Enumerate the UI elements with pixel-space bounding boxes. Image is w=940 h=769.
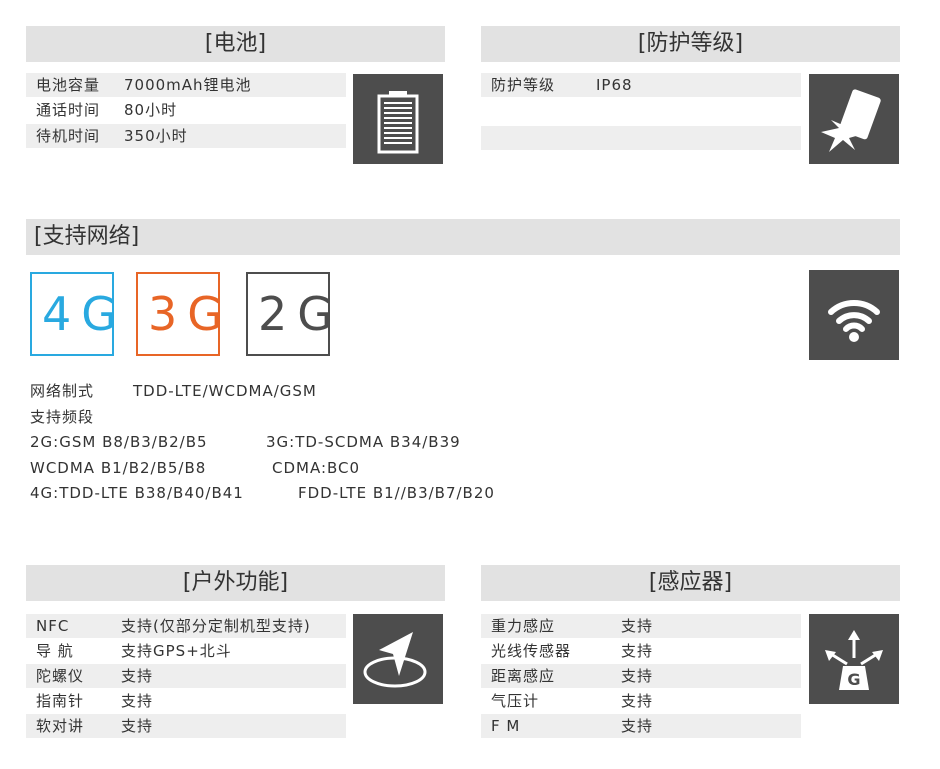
row-key: F M <box>491 717 521 735</box>
row-key: 软对讲 <box>36 717 85 735</box>
network-title: [支持网络] <box>26 219 900 255</box>
protection-row-empty <box>481 126 801 150</box>
row-key: 陀螺仪 <box>36 667 85 685</box>
outdoor-row: NFC 支持(仅部分定制机型支持) <box>26 614 346 638</box>
line-b: TDD-LTE/WCDMA/GSM <box>133 382 317 400</box>
row-value: 支持GPS+北斗 <box>121 642 232 660</box>
line-a: 支持频段 <box>30 408 95 426</box>
network-line: 4G:TDD-LTE B38/B40/B41 FDD-LTE B1//B3/B7… <box>30 481 494 505</box>
wifi-icon <box>809 270 899 360</box>
line-a: 2G:GSM B8/B3/B2/B5 <box>30 433 208 451</box>
battery-row: 电池容量 7000mAh锂电池 <box>26 73 346 97</box>
outdoor-row: 软对讲 支持 <box>26 714 346 738</box>
row-key: 通话时间 <box>36 101 101 119</box>
row-key: 待机时间 <box>36 127 101 145</box>
row-key: 距离感应 <box>491 667 556 685</box>
battery-row: 待机时间 350小时 <box>26 124 346 148</box>
sensors-row: 光线传感器 支持 <box>481 639 801 663</box>
line-a: 网络制式 <box>30 382 95 400</box>
sensors-title: [感应器] <box>481 565 900 601</box>
battery-icon <box>353 74 443 164</box>
row-value: 350小时 <box>124 127 188 145</box>
row-key: NFC <box>36 617 70 635</box>
battery-title: [电池] <box>26 26 445 62</box>
sensors-row: F M 支持 <box>481 714 801 738</box>
badge-2g: 2G <box>246 272 333 356</box>
row-value: 支持(仅部分定制机型支持) <box>121 617 311 635</box>
row-value: 支持 <box>621 667 654 685</box>
row-key: 气压计 <box>491 692 540 710</box>
battery-row: 通话时间 80小时 <box>26 98 346 122</box>
row-key: 电池容量 <box>36 76 101 94</box>
row-value: 支持 <box>621 617 654 635</box>
network-line: 支持频段 <box>30 405 94 429</box>
row-key: 导 航 <box>36 642 74 660</box>
row-key: 重力感应 <box>491 617 556 635</box>
row-value: 支持 <box>121 692 154 710</box>
sensor-icon-letter: G <box>847 670 860 689</box>
row-value: 支持 <box>121 667 154 685</box>
sensors-row: 气压计 支持 <box>481 689 801 713</box>
gravity-sensor-icon: G <box>809 614 899 704</box>
row-key: 防护等级 <box>491 76 556 94</box>
line-a: 4G:TDD-LTE B38/B40/B41 <box>30 484 244 502</box>
row-value: 支持 <box>121 717 154 735</box>
sensors-row: 距离感应 支持 <box>481 664 801 688</box>
line-a: WCDMA B1/B2/B5/B8 <box>30 459 207 477</box>
line-b: FDD-LTE B1//B3/B7/B20 <box>298 484 495 502</box>
protection-row: 防护等级 IP68 <box>481 73 801 97</box>
row-value: 支持 <box>621 692 654 710</box>
row-value: IP68 <box>596 76 633 94</box>
line-b: CDMA:BC0 <box>272 459 361 477</box>
compass-icon <box>353 614 443 704</box>
drop-impact-icon <box>809 74 899 164</box>
network-line: 网络制式 TDD-LTE/WCDMA/GSM <box>30 379 316 403</box>
row-value: 80小时 <box>124 101 178 119</box>
row-value: 支持 <box>621 717 654 735</box>
badge-4g: 4G <box>30 272 117 356</box>
protection-title: [防护等级] <box>481 26 900 62</box>
sensors-row: 重力感应 支持 <box>481 614 801 638</box>
outdoor-row: 陀螺仪 支持 <box>26 664 346 688</box>
row-key: 光线传感器 <box>491 642 572 660</box>
badge-3g: 3G <box>136 272 223 356</box>
row-key: 指南针 <box>36 692 85 710</box>
outdoor-title: [户外功能] <box>26 565 445 601</box>
row-value: 支持 <box>621 642 654 660</box>
outdoor-row: 导 航 支持GPS+北斗 <box>26 639 346 663</box>
network-line: 2G:GSM B8/B3/B2/B5 3G:TD-SCDMA B34/B39 <box>30 430 460 454</box>
line-b: 3G:TD-SCDMA B34/B39 <box>266 433 461 451</box>
outdoor-row: 指南针 支持 <box>26 689 346 713</box>
row-value: 7000mAh锂电池 <box>124 76 252 94</box>
network-line: WCDMA B1/B2/B5/B8 CDMA:BC0 <box>30 456 359 480</box>
